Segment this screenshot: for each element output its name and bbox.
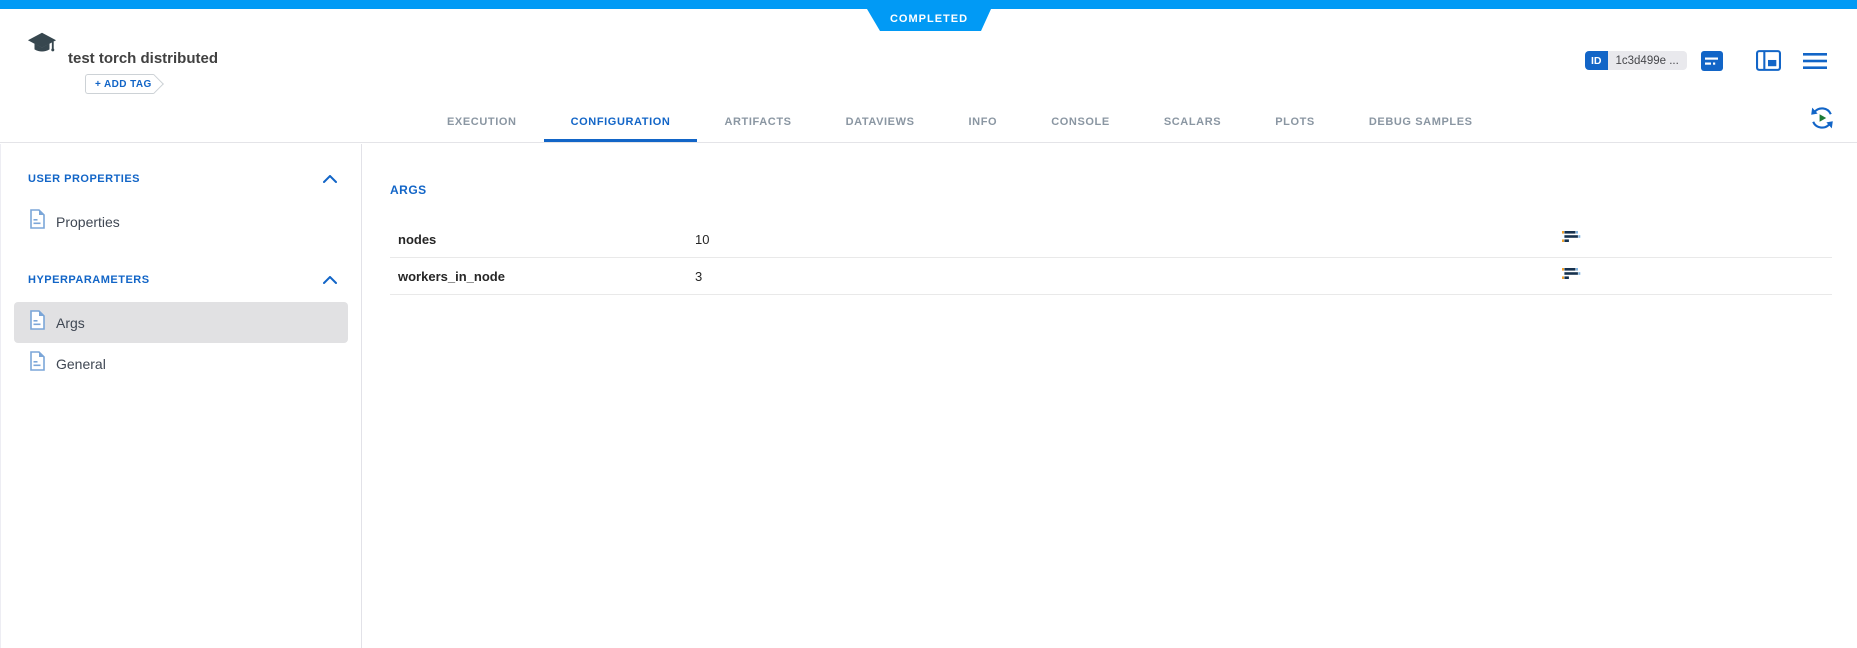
args-panel: ARGS nodes 10 workers_in_node 3	[363, 144, 1857, 648]
bars-icon	[1562, 230, 1582, 248]
sidebar-item-label: Properties	[56, 213, 120, 230]
chevron-up-icon	[323, 271, 337, 289]
details-toggle-button[interactable]	[1699, 50, 1725, 74]
tab-artifacts[interactable]: ARTIFACTS	[697, 116, 818, 142]
param-actions-button[interactable]	[1562, 230, 1832, 248]
sidebar-section-user-properties[interactable]: USER PROPERTIES	[1, 169, 361, 189]
chevron-up-icon	[323, 170, 337, 188]
hamburger-icon	[1803, 52, 1827, 73]
auto-refresh-button[interactable]	[1808, 106, 1835, 133]
tab-plots[interactable]: PLOTS	[1248, 116, 1342, 142]
section-title: USER PROPERTIES	[28, 173, 141, 185]
param-actions-button[interactable]	[1562, 267, 1832, 285]
details-icon	[1701, 50, 1723, 74]
id-badge: ID	[1585, 51, 1608, 70]
sidebar-item-general[interactable]: General	[14, 343, 348, 384]
param-row-workers-in-node: workers_in_node 3	[390, 258, 1832, 295]
section-title: HYPERPARAMETERS	[28, 274, 150, 286]
configuration-sidebar: USER PROPERTIES Properties HYPERPARAMETE…	[0, 144, 362, 648]
sidebar-item-label: Args	[56, 314, 85, 331]
args-section-title: ARGS	[390, 183, 427, 197]
sidebar-item-label: General	[56, 355, 106, 372]
id-value: 1c3d499e ...	[1607, 51, 1687, 70]
experiment-title: test torch distributed	[68, 50, 219, 67]
status-badge-label: COMPLETED	[889, 13, 969, 25]
add-tag-label: + ADD TAG	[95, 78, 152, 90]
tab-info[interactable]: INFO	[942, 116, 1025, 142]
tab-console[interactable]: CONSOLE	[1024, 116, 1137, 142]
param-name: workers_in_node	[398, 268, 505, 284]
add-tag-button[interactable]: + ADD TAG	[85, 74, 165, 95]
info-panel-toggle-button[interactable]	[1755, 50, 1781, 74]
param-value: 3	[695, 268, 703, 284]
document-icon	[29, 351, 45, 376]
bars-icon	[1562, 267, 1582, 285]
sidebar-item-properties[interactable]: Properties	[14, 201, 348, 242]
tab-execution[interactable]: EXECUTION	[420, 116, 544, 142]
sidebar-item-args[interactable]: Args	[14, 302, 348, 343]
param-name: nodes	[398, 231, 437, 247]
parameters-table: nodes 10 workers_in_node 3	[390, 221, 1832, 295]
param-row-nodes: nodes 10	[390, 221, 1832, 258]
param-value: 10	[695, 231, 710, 247]
document-icon	[29, 209, 45, 234]
tab-debug-samples[interactable]: DEBUG SAMPLES	[1342, 116, 1500, 142]
document-icon	[29, 310, 45, 335]
tab-bar: EXECUTION CONFIGURATION ARTIFACTS DATAVI…	[420, 116, 1500, 142]
sidebar-section-hyperparameters[interactable]: HYPERPARAMETERS	[1, 270, 361, 290]
status-badge: COMPLETED	[867, 9, 991, 31]
experiment-id[interactable]: ID 1c3d499e ...	[1585, 51, 1687, 70]
tab-configuration[interactable]: CONFIGURATION	[543, 116, 698, 142]
tab-scalars[interactable]: SCALARS	[1137, 116, 1248, 142]
tab-dataviews[interactable]: DATAVIEWS	[819, 116, 942, 142]
side-panel-icon	[1755, 50, 1781, 74]
experiment-type-cap-icon	[27, 31, 57, 62]
auto-refresh-icon	[1809, 105, 1835, 134]
top-accent-bar	[0, 0, 1857, 9]
menu-button[interactable]	[1802, 51, 1828, 73]
